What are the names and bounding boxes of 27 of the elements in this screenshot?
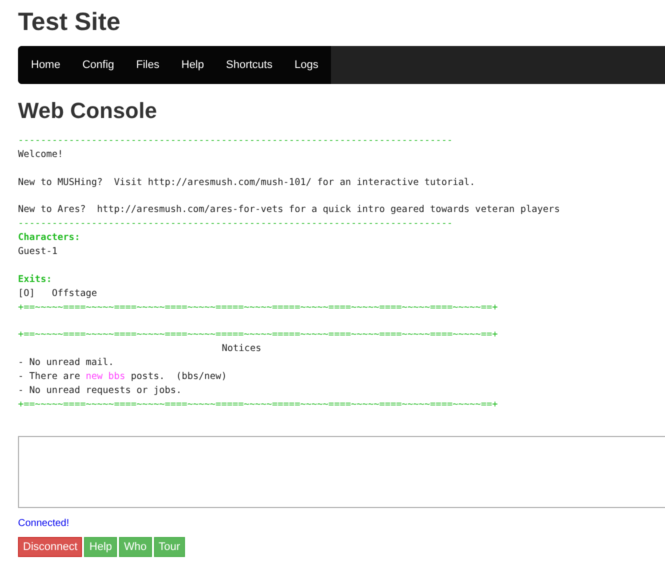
console-line: - No unread mail. [18, 357, 114, 368]
page-title: Web Console [18, 98, 158, 124]
console-rule: +==~~~~~====~~~~~====~~~~~====~~~~~=====~~~~~=====~~~~~====~~~~~====~~~~~====~~~~~==+ [18, 329, 498, 340]
console-rule: +==~~~~~====~~~~~====~~~~~====~~~~~=====~~~~~=====~~~~~====~~~~~====~~~~~====~~~~~==+ [18, 398, 498, 410]
console-line: New to MUSHing? Visit http://aresmush.com/mush-101/ for an interactive tutorial. [18, 176, 476, 188]
nav-link[interactable]: Home [20, 46, 72, 84]
nav-link[interactable]: Config [71, 46, 126, 84]
console-line: - No unread requests or jobs. [18, 385, 182, 396]
nav-link[interactable]: Logs [283, 46, 330, 84]
console-line: [O] Offstage [18, 288, 98, 299]
disconnect-button[interactable]: Disconnect [18, 536, 82, 557]
nav-link[interactable]: Shortcuts [215, 46, 284, 84]
console-heading: Characters: [18, 232, 80, 244]
console-rule: +==~~~~~====~~~~~====~~~~~====~~~~~=====~~~~~=====~~~~~====~~~~~====~~~~~====~~~~~==+ [18, 302, 498, 313]
console-rule: ----------------------------------------------------------------------------- [18, 135, 453, 146]
console-line: Welcome! [18, 148, 64, 160]
console-heading: Notices [222, 343, 262, 354]
console-line: New to Ares? http://aresmush.com/ares-for-vets for a quick intro geared towards veteran players [18, 204, 560, 216]
nav-link[interactable]: Files [125, 46, 170, 84]
console-line: - There are new bbs posts. (bbs/new) [18, 371, 227, 382]
connection-status: Connected! [18, 518, 70, 529]
console-heading: Exits: [18, 274, 52, 285]
site-title: Test Site [18, 7, 122, 38]
nav-link[interactable]: Help [170, 46, 215, 84]
console-rule: ----------------------------------------------------------------------------- [18, 218, 453, 230]
console-line: Guest-1 [18, 246, 58, 258]
input-field[interactable] [18, 436, 665, 508]
